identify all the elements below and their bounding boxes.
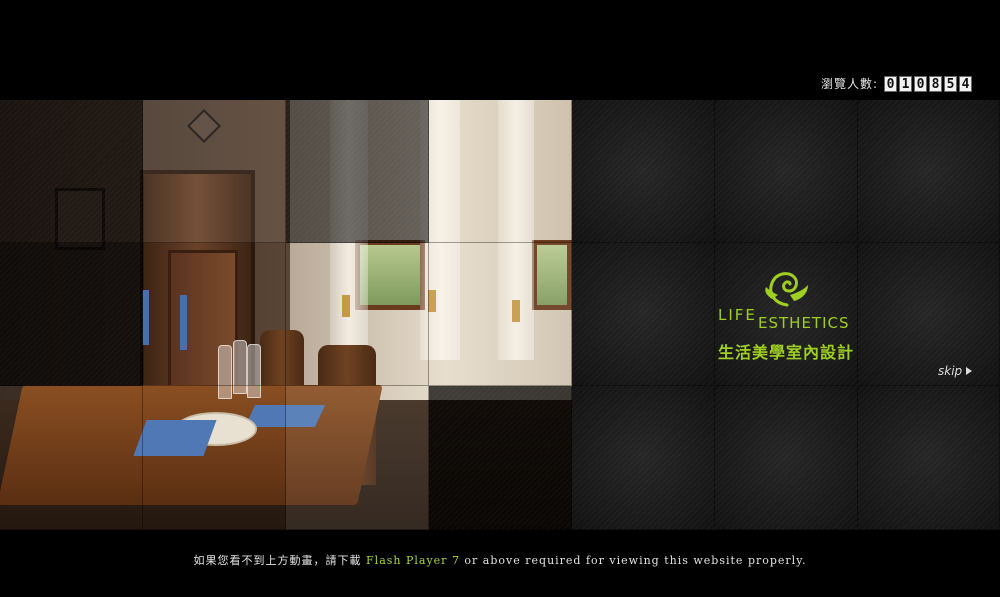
skip-button[interactable]: skip [938,364,973,378]
counter-digit: 0 [914,75,927,92]
grid-tile [572,243,715,386]
visitor-counter-digits: 0 1 0 8 5 4 [884,75,972,92]
triangle-right-icon [966,367,973,375]
grid-tile [715,100,858,243]
grid-tile [286,386,429,530]
flash-notice-prefix: 如果您看不到上方動畫，請下載 [193,554,367,567]
counter-digit: 4 [959,75,972,92]
skip-label: skip [938,364,963,378]
logo-chinese-name: 生活美學室內設計 [718,343,855,362]
grid-tile [0,100,143,243]
grid-tile [715,386,858,530]
grid-tile [429,100,572,243]
grid-tile [858,386,1000,530]
top-bar: 瀏覽人數: 0 1 0 8 5 4 [0,0,1000,100]
grid-tile [858,100,1000,243]
logo-life-text: LIFE [718,306,757,324]
grid-tile [0,243,143,386]
logo-esthetics-text: ESTHETICS [758,314,850,332]
swirl-leaf-icon [765,272,808,307]
visitor-counter-label: 瀏覽人數: [820,77,878,91]
counter-digit: 1 [899,75,912,92]
flash-notice: 如果您看不到上方動畫，請下載 Flash Player 7 or above r… [0,552,1000,568]
flash-intro-stage[interactable]: LIFE ESTHETICS 生活美學室內設計 skip [0,100,1000,530]
grid-tile [0,386,143,530]
footer: 如果您看不到上方動畫，請下載 Flash Player 7 or above r… [0,530,1000,597]
grid-tile [286,100,429,243]
grid-tile [858,243,1000,386]
grid-tile [143,386,286,530]
grid-tile [429,386,572,530]
visitor-counter: 瀏覽人數: 0 1 0 8 5 4 [821,75,972,92]
counter-digit: 8 [929,75,942,92]
flash-notice-suffix: or above required for viewing this websi… [459,554,807,567]
flash-player-download-link[interactable]: Flash Player 7 [366,554,460,567]
grid-tile [572,100,715,243]
grid-tile [143,243,286,386]
counter-digit: 0 [884,75,897,92]
grid-tile [429,243,572,386]
life-esthetics-logo: LIFE ESTHETICS 生活美學室內設計 [718,265,868,365]
counter-digit: 5 [944,75,957,92]
grid-tile [143,100,286,243]
grid-tile [286,243,429,386]
grid-tile [572,386,715,530]
